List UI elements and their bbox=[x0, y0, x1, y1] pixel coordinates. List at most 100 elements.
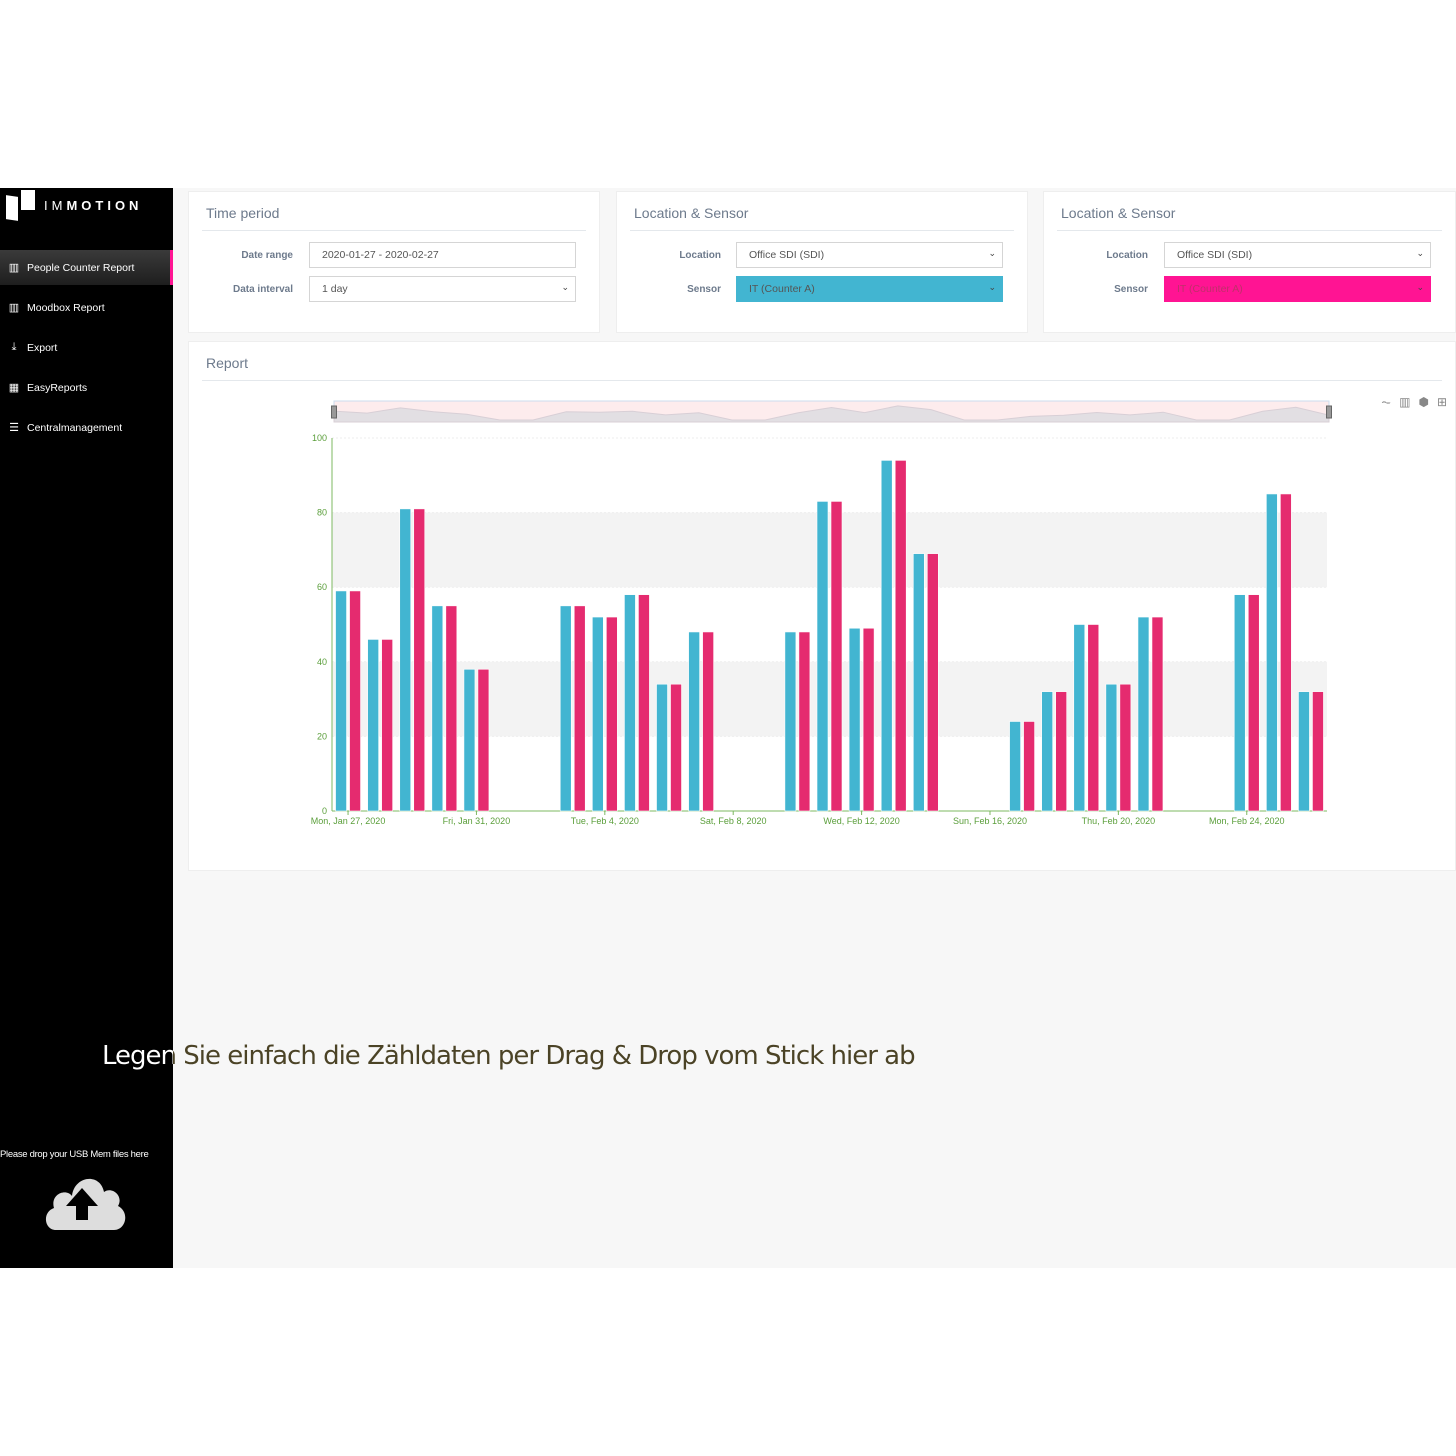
navigator-handle[interactable] bbox=[1326, 405, 1332, 419]
data-interval-value: 1 day bbox=[322, 283, 348, 295]
sidebar-item-label: EasyReports bbox=[27, 381, 88, 394]
bar bbox=[1151, 616, 1164, 812]
chevron-down-icon: ⌄ bbox=[1416, 248, 1424, 258]
bar bbox=[606, 616, 618, 812]
data-interval-select[interactable]: 1 day ⌄ bbox=[309, 276, 576, 302]
logo[interactable]: IMMOTION bbox=[6, 190, 143, 221]
location-label: Location bbox=[679, 250, 721, 261]
bar-chart-icon: ▥ bbox=[8, 262, 20, 274]
bar bbox=[413, 508, 426, 812]
bar-chart-icon: ▥ bbox=[8, 302, 20, 314]
sensor-select[interactable]: IT (Counter A) ⌄ bbox=[1164, 276, 1431, 302]
bar bbox=[1266, 493, 1278, 812]
bar bbox=[1298, 691, 1310, 812]
sidebar-item-label: Export bbox=[27, 341, 58, 354]
x-tick-label: Tue, Feb 4, 2020 bbox=[571, 816, 639, 826]
location-select[interactable]: Office SDI (SDI) ⌄ bbox=[1164, 242, 1431, 268]
cloud-upload-icon[interactable] bbox=[42, 1168, 126, 1230]
x-tick-label: Sat, Feb 8, 2020 bbox=[700, 816, 767, 826]
bar bbox=[399, 508, 412, 812]
chevron-down-icon: ⌄ bbox=[988, 282, 996, 292]
bar bbox=[335, 590, 347, 812]
qr-grid-icon: ▦ bbox=[8, 382, 20, 394]
bar bbox=[1119, 683, 1132, 812]
sidebar-item-label: Moodbox Report bbox=[27, 301, 105, 314]
sensor-select[interactable]: IT (Counter A) ⌄ bbox=[736, 276, 1003, 302]
x-tick-label: Mon, Feb 24, 2020 bbox=[1209, 816, 1285, 826]
divider bbox=[1057, 230, 1442, 231]
sidebar-item-label: People Counter Report bbox=[27, 261, 135, 274]
bar bbox=[880, 460, 893, 812]
sidebar-item-people-counter-report[interactable]: ▥ People Counter Report bbox=[0, 250, 173, 285]
bar bbox=[670, 683, 682, 812]
x-tick-label: Sun, Feb 16, 2020 bbox=[953, 816, 1027, 826]
grid-band bbox=[332, 512, 1327, 588]
bar bbox=[798, 631, 811, 812]
bar bbox=[926, 553, 939, 812]
sidebar-item-moodbox-report[interactable]: ▥ Moodbox Report bbox=[0, 290, 173, 325]
bar bbox=[862, 627, 875, 812]
bar bbox=[1041, 691, 1053, 812]
bar bbox=[477, 668, 490, 812]
sidebar-nav: ▥ People Counter Report ▥ Moodbox Report ⤓… bbox=[0, 250, 173, 450]
sensor-value: IT (Counter A) bbox=[1177, 283, 1243, 295]
bar bbox=[445, 605, 458, 812]
x-tick-label: Wed, Feb 12, 2020 bbox=[823, 816, 899, 826]
date-range-label: Date range bbox=[241, 250, 293, 261]
bar bbox=[816, 501, 829, 812]
sensor-value: IT (Counter A) bbox=[749, 283, 815, 295]
y-tick-label: 60 bbox=[317, 582, 327, 592]
bar bbox=[688, 631, 700, 812]
bar bbox=[1023, 721, 1035, 812]
data-interval-label: Data interval bbox=[232, 284, 293, 295]
y-tick-label: 40 bbox=[317, 657, 327, 667]
y-tick-label: 100 bbox=[312, 433, 327, 443]
panel-title: Location & Sensor bbox=[1061, 205, 1176, 221]
navigator-handle[interactable] bbox=[331, 405, 337, 419]
bar bbox=[656, 683, 668, 812]
location-select[interactable]: Office SDI (SDI) ⌄ bbox=[736, 242, 1003, 268]
bar bbox=[848, 627, 861, 812]
date-range-input[interactable]: 2020-01-27 - 2020-02-27 bbox=[309, 242, 576, 268]
download-icon: ⤓ bbox=[11, 341, 17, 353]
location-label: Location bbox=[1106, 250, 1148, 261]
sidebar-item-export[interactable]: ⤓ Export bbox=[0, 330, 173, 365]
bar bbox=[894, 460, 907, 812]
bar bbox=[1105, 683, 1118, 812]
y-tick-label: 20 bbox=[317, 731, 327, 741]
location-sensor-panel-2: Location & Sensor Location Office SDI (S… bbox=[1043, 191, 1456, 333]
sensor-label: Sensor bbox=[687, 284, 721, 295]
bar bbox=[1312, 691, 1324, 812]
report-panel: Report ⏦ ▥ ⬢ ⊞ 0 20 40 60 80 100 Mon, Jan 27, … bbox=[188, 341, 1456, 871]
drag-drop-hint: Legen Sie einfach die Zähldaten per Drag… bbox=[102, 1041, 916, 1071]
logo-text: IMMOTION bbox=[44, 197, 143, 213]
bar bbox=[624, 594, 636, 812]
server-icon: ☰ bbox=[9, 422, 19, 434]
sidebar-item-centralmanagement[interactable]: ☰ Centralmanagement bbox=[0, 410, 173, 445]
bar bbox=[1055, 691, 1067, 812]
y-tick-label: 80 bbox=[317, 508, 327, 518]
chevron-down-icon: ⌄ bbox=[561, 282, 569, 292]
bar bbox=[463, 668, 476, 812]
time-period-panel: Time period Date range 2020-01-27 - 2020… bbox=[188, 191, 600, 333]
bar-chart: 0 20 40 60 80 100 Mon, Jan 27, 2020 Fri, Jan 31… bbox=[311, 400, 1332, 826]
usb-drop-text: Please drop your USB Mem files here bbox=[0, 1149, 149, 1160]
location-sensor-panel-1: Location & Sensor Location Office SDI (S… bbox=[616, 191, 1028, 333]
bar bbox=[1233, 594, 1246, 812]
sidebar-item-easyreports[interactable]: ▦ EasyReports bbox=[0, 370, 173, 405]
bar bbox=[1087, 624, 1100, 812]
bar bbox=[592, 616, 604, 812]
bar bbox=[431, 605, 444, 812]
chevron-down-icon: ⌄ bbox=[988, 248, 996, 258]
bar bbox=[830, 501, 843, 812]
bar bbox=[912, 553, 925, 812]
sensor-label: Sensor bbox=[1114, 284, 1148, 295]
bar bbox=[702, 631, 714, 812]
logo-icon bbox=[6, 190, 36, 221]
bar bbox=[1137, 616, 1150, 812]
bar bbox=[1280, 493, 1292, 812]
bar bbox=[381, 639, 393, 812]
x-tick-label: Fri, Jan 31, 2020 bbox=[443, 816, 511, 826]
date-range-value: 2020-01-27 - 2020-02-27 bbox=[322, 249, 439, 261]
y-tick-label: 0 bbox=[322, 806, 327, 816]
